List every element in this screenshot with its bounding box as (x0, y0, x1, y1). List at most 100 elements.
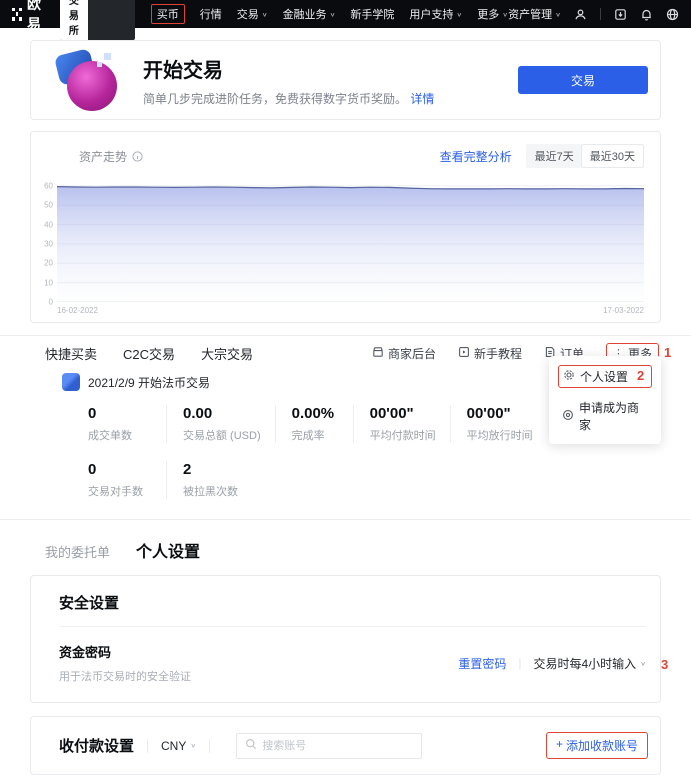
stats-row-2: 0 交易对手数 2 被拉黑次数 (88, 461, 661, 499)
stat-avg-release-time: 00'00" 平均放行时间 (450, 405, 547, 443)
mode-switch: 交易所 MetaX (60, 0, 135, 40)
nav-item-buy-crypto[interactable]: 买币 (151, 4, 185, 24)
hero-subtitle: 简单几步完成进阶任务，免费获得数字货币奖励。 详情 (143, 90, 434, 107)
annotation-step-3: 3 (661, 657, 668, 672)
y-tick-label: 30 (44, 239, 53, 248)
chart-body: 6050403020100 16-02-2022 17-03-2022 (39, 180, 644, 302)
payment-settings-card: 收付款设置 CNY ∨ + 添加收款账号 (30, 716, 661, 775)
chevron-down-icon: ∨ (640, 660, 646, 667)
globe-icon[interactable] (666, 8, 679, 21)
hero-text: 开始交易 简单几步完成进阶任务，免费获得数字货币奖励。 详情 (143, 54, 434, 107)
chevron-down-icon: ∨ (330, 11, 336, 18)
divider (59, 626, 646, 627)
chart-header: 资产走势 查看完整分析 最近7天 最近30天 (39, 144, 644, 168)
full-analysis-link[interactable]: 查看完整分析 (440, 148, 512, 165)
stat-total-volume: 0.00 交易总额 (USD) (166, 405, 275, 443)
fund-password-label: 资金密码 (59, 642, 191, 661)
stat-avg-payment-time: 00'00" 平均付款时间 (353, 405, 450, 443)
stat-completion-rate: 0.00% 完成率 (275, 405, 353, 443)
add-payment-account-button[interactable]: + 添加收款账号 (546, 732, 648, 759)
range-tab-30d[interactable]: 最近30天 (582, 145, 643, 167)
y-tick-label: 50 (44, 201, 53, 210)
info-icon[interactable] (132, 151, 143, 162)
mode-tab-metax[interactable]: MetaX (88, 0, 135, 40)
menu-item-apply-merchant[interactable]: 申请成为商家 (558, 397, 652, 435)
chevron-down-icon: ∨ (190, 742, 196, 749)
nav-item-more[interactable]: 更多∨ (477, 6, 508, 22)
plus-icon: + (556, 737, 563, 754)
nav-item-trade[interactable]: 交易∨ (237, 6, 268, 22)
tab-c2c-trade[interactable]: C2C交易 (123, 344, 175, 363)
trade-tabs: 快捷买卖 C2C交易 大宗交易 (45, 344, 253, 363)
start-trading-card: 开始交易 简单几步完成进阶任务，免费获得数字货币奖励。 详情 交易 (30, 40, 661, 120)
x-label-end: 17-03-2022 (603, 306, 644, 315)
asset-area-chart (57, 180, 644, 302)
tutorial-button[interactable]: 新手教程 (458, 345, 522, 362)
top-navbar: 欧易 交易所 MetaX 买币 行情 交易∨ 金融业务∨ 新手学院 用户支持∨ … (0, 0, 691, 28)
trading-since-text: 2021/2/9 开始法币交易 (88, 374, 210, 391)
chevron-down-icon: ∨ (502, 11, 508, 18)
chevron-down-icon: ∨ (456, 11, 462, 18)
account-search-box[interactable] (236, 733, 422, 759)
reset-password-link[interactable]: 重置密码 (458, 655, 506, 672)
stat-counterparties: 0 交易对手数 (88, 461, 166, 499)
settings-section-tabs: 我的委托单 个人设置 (30, 538, 661, 562)
divider (147, 739, 148, 753)
mascot-illustration (55, 49, 117, 111)
y-tick-label: 20 (44, 259, 53, 268)
chart-title: 资产走势 (79, 148, 127, 165)
okx-logo-icon (12, 8, 22, 21)
gear-icon (563, 369, 575, 384)
details-link[interactable]: 详情 (410, 92, 434, 106)
currency-select[interactable]: CNY ∨ (161, 739, 196, 753)
tab-block-trade[interactable]: 大宗交易 (201, 344, 253, 363)
y-tick-label: 0 (49, 298, 53, 307)
navbar-right: 资产管理∨ (508, 6, 679, 22)
chevron-down-icon: ∨ (262, 11, 268, 18)
page-title: 开始交易 (143, 54, 434, 83)
divider (209, 739, 210, 753)
asset-trend-card: 资产走势 查看完整分析 最近7天 最近30天 60 50 40 30 20 10 0 16-… (30, 131, 661, 323)
security-settings-card: 安全设置 资金密码 用于法币交易时的安全验证 重置密码 | 交易时每4小时输入 … (30, 575, 661, 703)
brand-logo[interactable]: 欧易 (12, 0, 50, 34)
nav-item-finance[interactable]: 金融业务∨ (283, 6, 336, 22)
download-icon[interactable] (614, 8, 627, 21)
mode-tab-exchange[interactable]: 交易所 (60, 0, 88, 40)
tab-personal-settings[interactable]: 个人设置 (136, 538, 200, 562)
password-frequency-select[interactable]: 交易时每4小时输入 ∨ (533, 655, 646, 672)
nav-item-support[interactable]: 用户支持∨ (409, 6, 462, 22)
search-icon (245, 737, 257, 755)
assets-menu[interactable]: 资产管理∨ (508, 6, 561, 22)
fund-password-desc: 用于法币交易时的安全验证 (59, 668, 191, 684)
chart-y-axis: 6050403020100 (39, 180, 57, 302)
range-tab-7d[interactable]: 最近7天 (527, 145, 582, 167)
tab-my-orders[interactable]: 我的委托单 (45, 542, 110, 561)
tab-express-trade[interactable]: 快捷买卖 (45, 344, 97, 363)
brand-name: 欧易 (27, 0, 50, 34)
nav-item-markets[interactable]: 行情 (200, 6, 222, 22)
user-icon[interactable] (574, 8, 587, 21)
payment-section-title: 收付款设置 (59, 735, 134, 756)
stat-completed-orders: 0 成交单数 (88, 405, 166, 443)
y-tick-label: 60 (44, 181, 53, 190)
y-tick-label: 40 (44, 220, 53, 229)
payment-search-input[interactable] (262, 740, 413, 752)
annotation-step-2: 2 (637, 368, 644, 383)
chart-x-axis: 16-02-2022 17-03-2022 (57, 306, 644, 315)
security-section-title: 安全设置 (59, 592, 646, 613)
stat-blocked-count: 2 被拉黑次数 (166, 461, 252, 499)
divider: | (518, 656, 521, 670)
y-tick-label: 10 (44, 278, 53, 287)
main-nav: 买币 行情 交易∨ 金融业务∨ 新手学院 用户支持∨ 更多∨ (151, 4, 508, 24)
chevron-down-icon: ∨ (555, 11, 561, 18)
tutorial-icon (458, 346, 470, 361)
fund-password-row: 资金密码 用于法币交易时的安全验证 重置密码 | 交易时每4小时输入 ∨ (59, 642, 646, 684)
annotation-step-1: 1 (664, 345, 671, 360)
x-label-start: 16-02-2022 (57, 306, 98, 315)
trade-button[interactable]: 交易 (518, 66, 648, 94)
nav-item-academy[interactable]: 新手学院 (350, 6, 394, 22)
storefront-icon (372, 346, 384, 361)
merchant-portal-button[interactable]: 商家后台 (372, 345, 436, 362)
avatar[interactable] (62, 373, 80, 391)
bell-icon[interactable] (640, 8, 653, 21)
